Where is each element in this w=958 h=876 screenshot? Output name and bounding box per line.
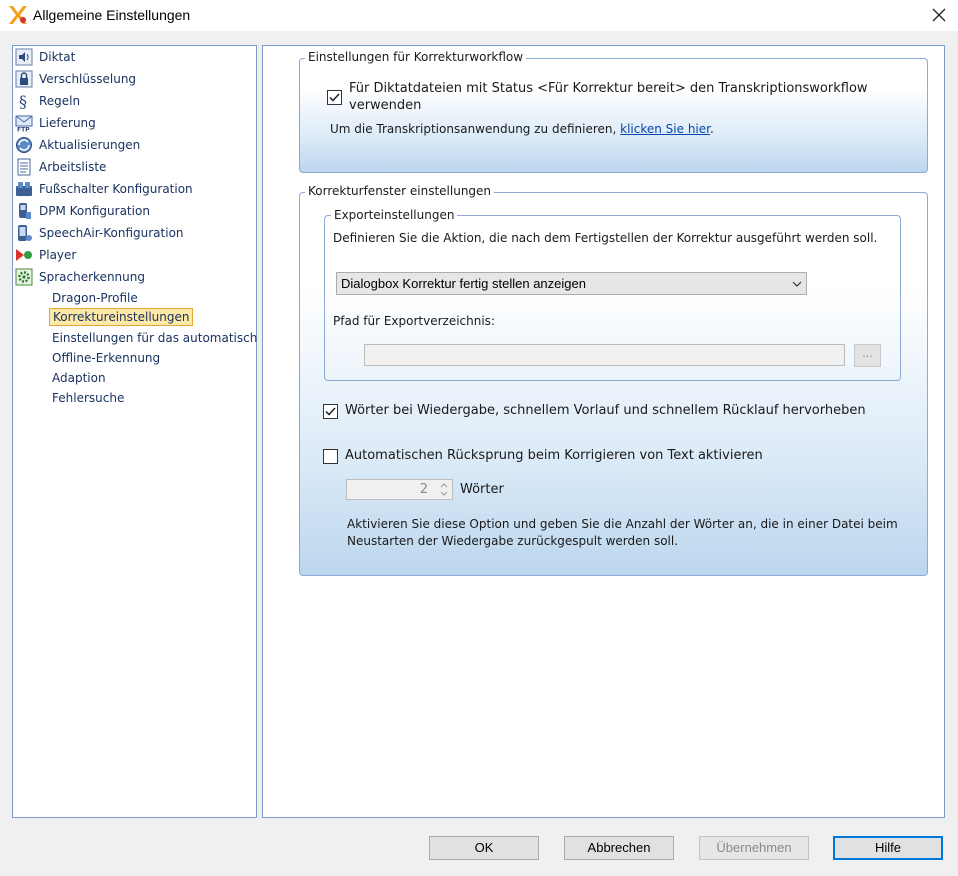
export-path-label: Pfad für Exportverzeichnis: bbox=[333, 314, 495, 328]
tree-subitem-offline-erkennung[interactable]: Offline-Erkennung bbox=[49, 349, 163, 367]
tree-item-dpm[interactable]: DPM Konfiguration bbox=[15, 201, 150, 221]
tree-item-label: SpeechAir-Konfiguration bbox=[39, 226, 184, 240]
export-path-input[interactable] bbox=[364, 344, 845, 366]
ftp-mail-icon: FTP bbox=[15, 115, 33, 133]
tree-item-player[interactable]: Player bbox=[15, 245, 76, 265]
workflow-info-line: Um die Transkriptionsanwendung zu defini… bbox=[330, 122, 714, 136]
export-description: Definieren Sie die Aktion, die nach dem … bbox=[333, 231, 878, 245]
help-button[interactable]: Hilfe bbox=[833, 836, 943, 860]
document-list-icon bbox=[17, 158, 31, 176]
player-icon bbox=[16, 249, 32, 261]
tree-item-speechair[interactable]: SpeechAir-Konfiguration bbox=[15, 223, 184, 243]
rewind-words-value: 2 bbox=[419, 482, 428, 497]
highlight-words-label: Wörter bei Wiedergabe, schnellem Vorlauf… bbox=[345, 403, 866, 418]
checkmark-icon bbox=[329, 93, 340, 102]
words-unit-label: Wörter bbox=[460, 482, 504, 497]
tree-item-aktualisierungen[interactable]: Aktualisierungen bbox=[15, 135, 140, 155]
cancel-button[interactable]: Abbrechen bbox=[564, 836, 674, 860]
highlight-words-checkbox[interactable] bbox=[323, 404, 338, 419]
workflow-checkbox-label-line1: Für Diktatdateien mit Status <Für Korrek… bbox=[349, 81, 868, 96]
workflow-info-text: Um die Transkriptionsanwendung zu defini… bbox=[330, 122, 617, 136]
export-action-value: Dialogbox Korrektur fertig stellen anzei… bbox=[341, 276, 586, 291]
chevron-down-icon bbox=[792, 281, 802, 287]
tree-item-label: Regeln bbox=[39, 94, 81, 108]
tree-item-label: Diktat bbox=[39, 50, 76, 64]
group-legend: Einstellungen für Korrekturworkflow bbox=[305, 50, 527, 64]
auto-return-help-line1: Aktivieren Sie diese Option und geben Si… bbox=[347, 517, 898, 531]
tree-item-diktat[interactable]: Diktat bbox=[15, 47, 75, 67]
tree-item-label: Arbeitsliste bbox=[39, 160, 107, 174]
tree-item-label: Fußschalter Konfiguration bbox=[39, 182, 193, 196]
spinner-arrows-icon[interactable] bbox=[439, 481, 449, 498]
settings-tree[interactable]: Diktat Verschlüsselung § Regeln FTP Lief… bbox=[12, 45, 257, 818]
auto-return-help-line2: Neustarten der Wiedergabe zurückgespult … bbox=[347, 534, 679, 548]
ok-button[interactable]: OK bbox=[429, 836, 539, 860]
speechair-device-icon bbox=[18, 225, 32, 241]
tree-subitem-korrektureinstellungen[interactable]: Korrektureinstellungen bbox=[49, 308, 194, 326]
transkriptionsworkflow-checkbox[interactable] bbox=[327, 90, 342, 105]
lock-icon bbox=[15, 70, 33, 88]
tree-subitem-dragon-profile[interactable]: Dragon-Profile bbox=[49, 289, 141, 307]
paragraph-icon: § bbox=[19, 92, 27, 110]
tree-item-label: Player bbox=[39, 248, 77, 262]
tree-item-label: Verschlüsselung bbox=[39, 72, 137, 86]
link-suffix: . bbox=[709, 122, 714, 136]
dpm-recorder-icon bbox=[19, 203, 31, 219]
auto-return-checkbox[interactable] bbox=[323, 449, 338, 464]
tree-item-arbeitsliste[interactable]: Arbeitsliste bbox=[15, 157, 106, 177]
tree-item-label: Lieferung bbox=[39, 116, 96, 130]
gear-icon bbox=[15, 268, 33, 286]
tree-subitem-fehlersuche[interactable]: Fehlersuche bbox=[49, 389, 127, 407]
korrekturworkflow-group: Einstellungen für Korrekturworkflow bbox=[299, 50, 928, 173]
tree-subitem-einstellungen-automatisch[interactable]: Einstellungen für das automatisch bbox=[49, 329, 260, 347]
auto-return-label: Automatischen Rücksprung beim Korrigiere… bbox=[345, 448, 763, 463]
footswitch-icon bbox=[16, 182, 32, 196]
close-icon[interactable] bbox=[928, 4, 950, 26]
tree-item-verschluesselung[interactable]: Verschlüsselung bbox=[15, 69, 136, 89]
workflow-checkbox-label-line2: verwenden bbox=[349, 98, 422, 113]
tree-item-label: Spracherkennung bbox=[39, 270, 145, 284]
export-legend: Exporteinstellungen bbox=[331, 208, 458, 222]
export-action-select[interactable]: Dialogbox Korrektur fertig stellen anzei… bbox=[336, 272, 807, 295]
tree-item-spracherkennung[interactable]: Spracherkennung bbox=[15, 267, 145, 287]
rewind-words-spinner[interactable]: 2 bbox=[346, 479, 453, 500]
svg-text:§: § bbox=[19, 92, 27, 110]
tree-item-regeln[interactable]: § Regeln bbox=[15, 91, 80, 111]
refresh-globe-icon bbox=[16, 137, 32, 153]
browse-button[interactable]: ... bbox=[854, 344, 881, 367]
define-transcription-link[interactable]: klicken Sie hier bbox=[620, 122, 710, 136]
speaker-icon bbox=[15, 48, 33, 66]
tree-item-label: DPM Konfiguration bbox=[39, 204, 150, 218]
title-bar: Allgemeine Einstellungen bbox=[0, 0, 958, 31]
window-title: Allgemeine Einstellungen bbox=[33, 7, 191, 23]
tree-item-fussschalter[interactable]: Fußschalter Konfiguration bbox=[15, 179, 193, 199]
svg-text:FTP: FTP bbox=[17, 127, 30, 133]
tree-item-label: Aktualisierungen bbox=[39, 138, 141, 152]
tree-subitem-adaption[interactable]: Adaption bbox=[49, 369, 109, 387]
tree-item-lieferung[interactable]: FTP Lieferung bbox=[15, 113, 96, 133]
apply-button[interactable]: Übernehmen bbox=[699, 836, 809, 860]
group-legend: Korrekturfenster einstellungen bbox=[305, 184, 495, 198]
checkmark-icon bbox=[325, 407, 336, 416]
app-logo-icon bbox=[9, 6, 27, 24]
